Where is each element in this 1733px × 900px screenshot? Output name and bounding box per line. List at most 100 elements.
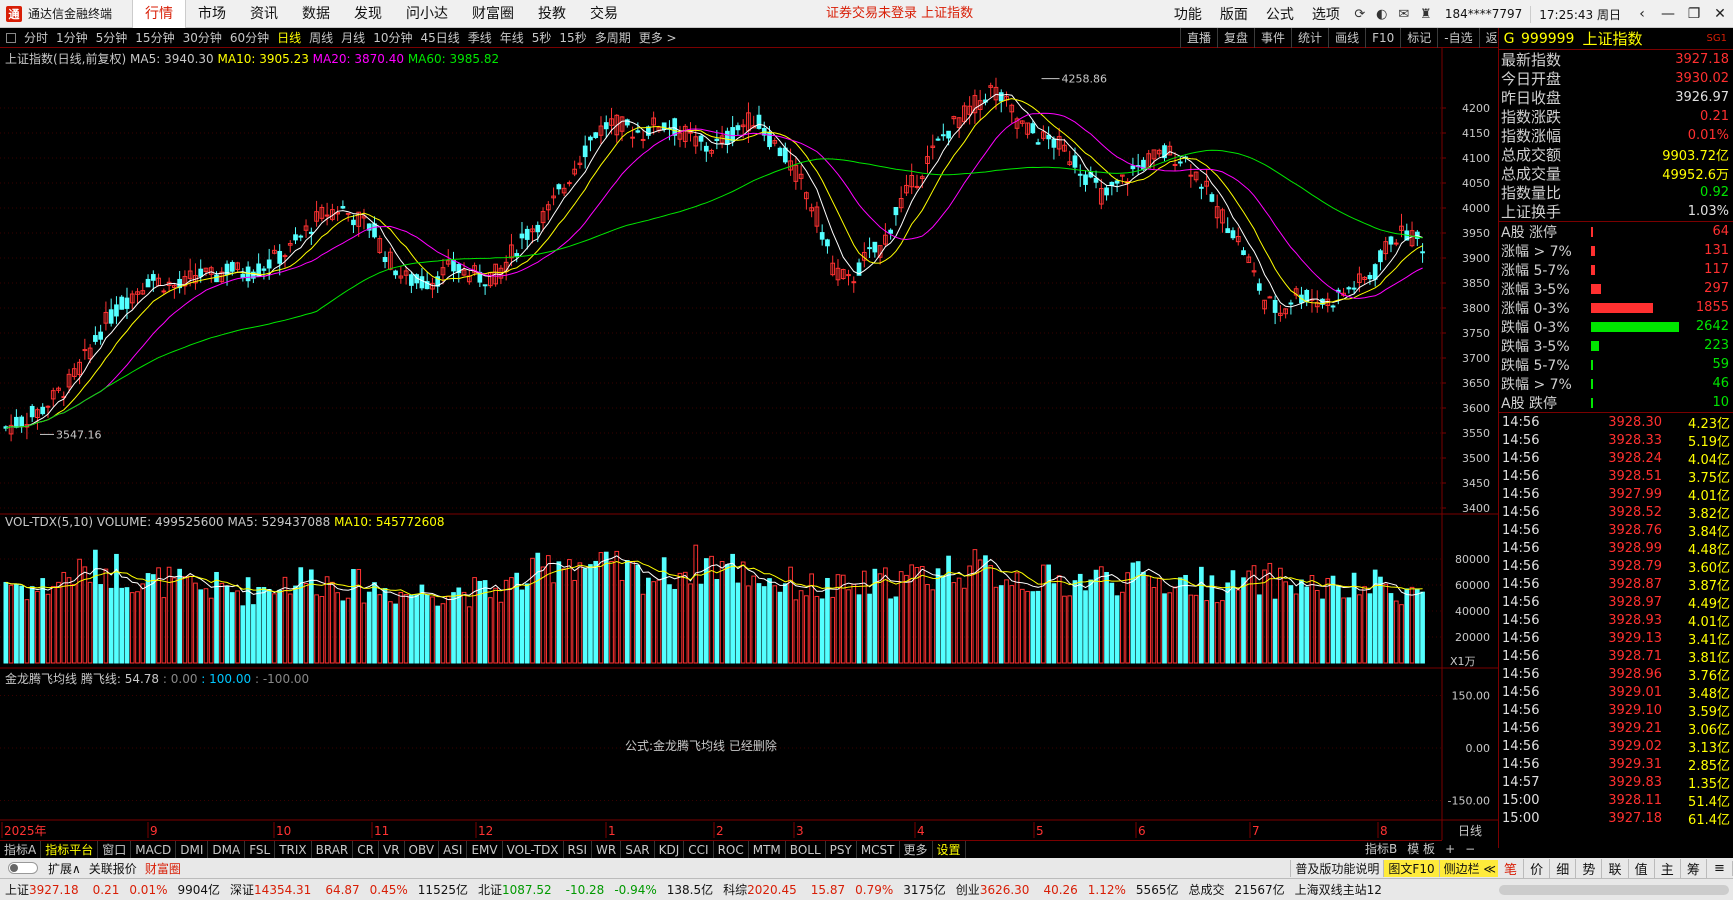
indicator-tab-13[interactable]: EMV [467,841,503,859]
quote-tab-2[interactable]: 细 [1550,858,1577,878]
tick-row[interactable]: 15:00 3928.11 51.4亿 [1499,791,1733,810]
indicator-tab-11[interactable]: OBV [405,841,440,859]
tick-row[interactable]: 14:56 3929.02 3.13亿 [1499,737,1733,756]
indicator-tab-18[interactable]: KDJ [655,841,685,859]
period-tab-15[interactable]: 多周期 [591,28,635,48]
quote-tab-6[interactable]: 主 [1655,858,1681,878]
refresh-icon[interactable]: ⟳ [1349,7,1371,22]
quote-tab-1[interactable]: 价 [1524,858,1551,878]
indicator-tab-22[interactable]: BOLL [786,841,826,859]
related-quote-button[interactable]: 关联报价 [85,860,141,877]
tick-row[interactable]: 14:56 3929.10 3.59亿 [1499,701,1733,720]
indicator-tab-8[interactable]: BRAR [312,841,354,859]
period-tab-6[interactable]: 日线 [273,28,305,48]
expand-button[interactable]: 扩展∧ [44,860,85,877]
chart-button-7[interactable]: -自选 [1437,28,1478,48]
period-tab-11[interactable]: 季线 [464,28,496,48]
tick-row[interactable]: 14:56 3928.71 3.81亿 [1499,647,1733,666]
tick-row[interactable]: 14:57 3929.83 1.35亿 [1499,773,1733,792]
tick-row[interactable]: 14:56 3928.87 3.87亿 [1499,575,1733,594]
indicator-tab-9[interactable]: CR [353,841,379,859]
indicator-tab-21[interactable]: MTM [749,841,786,859]
status-index-0[interactable]: 上证3927.18 0.21 0.01% 9904亿 [0,881,225,898]
menu-item-3[interactable]: 数据 [290,0,342,28]
menu-item-4[interactable]: 发现 [342,0,394,28]
tick-row[interactable]: 14:56 3928.96 3.76亿 [1499,665,1733,684]
minimize-button[interactable]: — [1655,6,1681,22]
indicator-tab-right-1[interactable]: 模 板 [1402,840,1440,858]
sidebar-button[interactable]: 侧边栏 ≪ [1438,859,1500,877]
indicator-tab-4[interactable]: DMI [176,841,209,859]
user-icon[interactable]: ◐ [1371,7,1393,22]
indicator-tab-3[interactable]: MACD [131,841,177,859]
status-index-3[interactable]: 科综2020.45 15.87 0.79% 3175亿 [718,881,951,898]
quote-tab-3[interactable]: 势 [1576,858,1603,878]
menu-item-1[interactable]: 市场 [186,0,238,28]
message-icon[interactable]: ✉ [1393,7,1415,22]
period-tab-5[interactable]: 60分钟 [226,28,273,48]
tick-row[interactable]: 14:56 3928.52 3.82亿 [1499,503,1733,522]
wealth-circle-button[interactable]: 财富圈 [141,860,185,877]
tick-row[interactable]: 14:56 3928.33 5.19亿 [1499,431,1733,450]
account-label[interactable]: 184****7797 [1437,7,1530,21]
back-arrow-icon[interactable]: ‹ [1629,6,1655,22]
period-tab-9[interactable]: 10分钟 [369,28,416,48]
menu-item-6[interactable]: 财富圈 [460,0,526,28]
period-tab-14[interactable]: 15秒 [555,28,590,48]
indicator-tab-2[interactable]: 窗口 [98,841,132,859]
f10-button[interactable]: 图文F10 [1383,859,1439,877]
indicator-tab-17[interactable]: SAR [621,841,655,859]
status-index-2[interactable]: 北证1087.52 -10.28 -0.94% 138.5亿 [473,881,718,898]
period-tab-10[interactable]: 45日线 [416,28,463,48]
indicator-tab-7[interactable]: TRIX [275,841,312,859]
indicator-tab-12[interactable]: ASI [439,841,468,859]
toggle-switch[interactable] [8,862,38,874]
feature-help-button[interactable]: 普及版功能说明 [1290,859,1383,877]
tick-row[interactable]: 14:56 3928.99 4.48亿 [1499,539,1733,558]
menu-item-0[interactable]: 行情 [132,0,187,28]
menu-function[interactable]: 功能 [1165,4,1211,24]
chart-button-6[interactable]: 标记 [1400,28,1437,48]
indicator-tab-10[interactable]: VR [379,841,405,859]
quote-tab-5[interactable]: 值 [1629,858,1655,878]
kline-chart[interactable]: 3400345035003550360036503700375038003850… [0,48,1498,840]
menu-item-8[interactable]: 交易 [578,0,630,28]
period-tab-7[interactable]: 周线 [305,28,337,48]
indicator-tab-5[interactable]: DMA [208,841,246,859]
period-tab-3[interactable]: 15分钟 [131,28,178,48]
quote-tab-0[interactable]: 笔 [1498,858,1525,878]
indicator-tab-1[interactable]: 指标平台 [41,841,99,859]
server-name[interactable]: 上海双线主站12 [1290,881,1387,898]
indicator-tab-24[interactable]: MCST [857,841,900,859]
indicator-tab-16[interactable]: WR [592,841,622,859]
menu-item-2[interactable]: 资讯 [238,0,290,28]
status-index-1[interactable]: 深证14354.31 64.87 0.45% 11525亿 [225,881,473,898]
tick-row[interactable]: 14:56 3928.76 3.84亿 [1499,521,1733,540]
period-tab-16[interactable]: 更多 > [635,28,681,48]
menu-layout[interactable]: 版面 [1211,4,1257,24]
tick-row[interactable]: 14:56 3928.24 4.04亿 [1499,449,1733,468]
period-tab-4[interactable]: 30分钟 [179,28,226,48]
indicator-tab-14[interactable]: VOL-TDX [503,841,564,859]
tick-row[interactable]: 14:56 3928.79 3.60亿 [1499,557,1733,576]
checkbox-icon[interactable] [6,32,16,43]
tick-row[interactable]: 14:56 3928.97 4.49亿 [1499,593,1733,612]
tick-row[interactable]: 14:56 3929.31 2.85亿 [1499,755,1733,774]
chart-button-4[interactable]: 画线 [1328,28,1365,48]
period-tab-2[interactable]: 5分钟 [92,28,132,48]
chart-button-2[interactable]: 事件 [1254,28,1291,48]
menu-item-7[interactable]: 投教 [526,0,578,28]
period-tab-12[interactable]: 年线 [496,28,528,48]
shirt-icon[interactable]: ♜ [1415,7,1437,22]
tick-row[interactable]: 14:56 3928.93 4.01亿 [1499,611,1733,630]
indicator-tab-19[interactable]: CCI [684,841,714,859]
tick-row[interactable]: 14:56 3929.21 3.06亿 [1499,719,1733,738]
period-tab-13[interactable]: 5秒 [528,28,556,48]
indicator-tab-23[interactable]: PSY [826,841,857,859]
indicator-tab-26[interactable]: 设置 [933,841,966,859]
indicator-tab-right-3[interactable]: − [1460,840,1480,858]
menu-formula[interactable]: 公式 [1257,4,1303,24]
tick-row[interactable]: 14:56 3928.51 3.75亿 [1499,467,1733,486]
quote-tab-7[interactable]: 筹 [1681,858,1707,878]
indicator-tab-right-0[interactable]: 指标B [1360,840,1402,858]
